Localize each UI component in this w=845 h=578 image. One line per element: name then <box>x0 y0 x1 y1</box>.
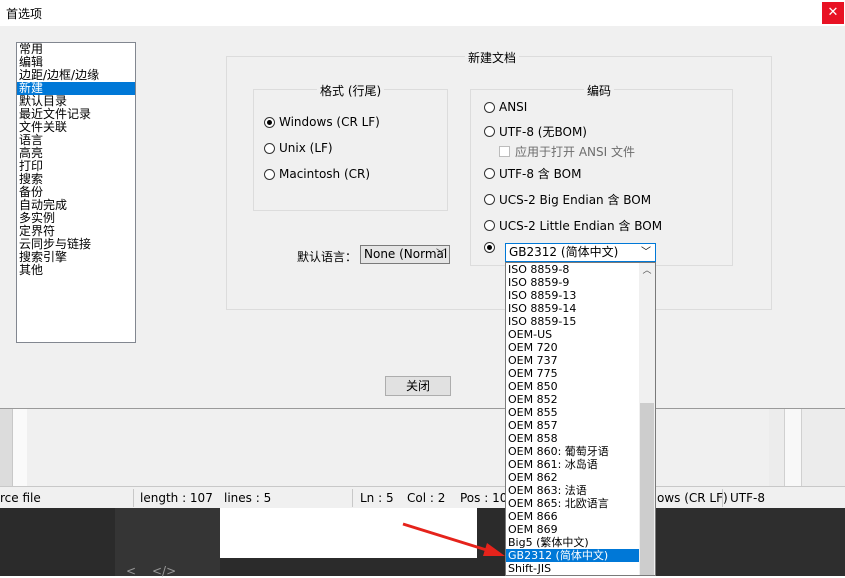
bottom-panel-sidebar: < </> <box>115 508 220 578</box>
dropdown-option[interactable]: OEM 860: 葡萄牙语 <box>506 445 655 458</box>
dropdown-option[interactable]: OEM 857 <box>506 419 655 432</box>
radio-utf8-nobom[interactable]: UTF-8 (无BOM) <box>484 123 587 140</box>
radio-ansi[interactable]: ANSI <box>484 100 527 114</box>
radio-mac-eol[interactable]: Macintosh (CR) <box>264 167 370 181</box>
dropdown-option[interactable]: OEM 866 <box>506 510 655 523</box>
encoding-select[interactable]: GB2312 (简体中文) ﹀ <box>505 243 656 262</box>
dropdown-option[interactable]: ISO 8859-13 <box>506 289 655 302</box>
status-encoding: UTF-8 <box>730 491 765 505</box>
dropdown-option[interactable]: ISO 8859-15 <box>506 315 655 328</box>
preferences-dialog: 首选项 ✕ 常用 编辑 边距/边框/边缘 新建 默认目录 最近文件记录 文件关联 语言 高亮 打印… <box>0 0 845 409</box>
dropdown-option[interactable]: ISO 8859-14 <box>506 302 655 315</box>
radio-ucs2-le[interactable]: UCS-2 Little Endian 含 BOM <box>484 217 662 234</box>
chevron-up-icon[interactable]: ︿ <box>639 263 655 280</box>
dropdown-option[interactable]: Big5 (繁体中文) <box>506 536 655 549</box>
category-list[interactable]: 常用 编辑 边距/边框/边缘 新建 默认目录 最近文件记录 文件关联 语言 高亮 打印 搜索 备份 自动… <box>16 42 136 343</box>
new-document-group-title: 新建文档 <box>465 49 520 66</box>
dialog-title: 首选项 <box>6 7 43 21</box>
dropdown-option[interactable]: OEM 850 <box>506 380 655 393</box>
dropdown-option[interactable]: OEM 855 <box>506 406 655 419</box>
dropdown-scrollbar[interactable]: ︿ <box>639 263 655 575</box>
dropdown-option[interactable]: ISO 8859-8 <box>506 263 655 276</box>
editor-right-area <box>769 408 845 488</box>
status-eol: ows (CR LF) <box>657 491 728 505</box>
status-col: Col : 2 <box>407 491 446 505</box>
dropdown-option[interactable]: GB2312 (简体中文) <box>506 549 655 562</box>
annotation-arrow-icon <box>402 522 505 556</box>
format-group-title: 格式 (行尾) <box>317 82 385 99</box>
dropdown-option[interactable]: OEM 865: 北欧语言 <box>506 497 655 510</box>
close-icon[interactable]: ✕ <box>822 2 844 24</box>
status-ln: Ln : 5 <box>360 491 394 505</box>
editor-fold-margin <box>12 408 27 488</box>
chevron-down-icon: ﹀ <box>641 247 651 258</box>
title-bar: 首选项 ✕ <box>0 0 845 26</box>
dropdown-option[interactable]: Shift-JIS <box>506 562 655 575</box>
radio-dot <box>264 168 275 180</box>
default-language-select[interactable]: None (Normal ﹀ <box>360 245 450 264</box>
dropdown-option[interactable]: OEM 858 <box>506 432 655 445</box>
status-pos: Pos : 10 <box>460 491 508 505</box>
default-language-label: 默认语言： <box>297 250 358 264</box>
status-file-type: rce file <box>0 491 41 505</box>
chevron-down-icon: ﹀ <box>436 249 446 260</box>
dropdown-items: ISO 8859-8 ISO 8859-9 ISO 8859-13 ISO 8859-… <box>506 263 655 575</box>
status-lines: lines : 5 <box>224 491 272 505</box>
dropdown-option[interactable]: OEM 720 <box>506 341 655 354</box>
status-length: length : 107 <box>140 491 213 505</box>
editor-left-margin <box>0 408 12 488</box>
radio-dot <box>264 116 275 128</box>
editor-scrollbar[interactable] <box>784 408 802 488</box>
bottom-panel-right <box>655 508 845 576</box>
encoding-dropdown-list[interactable]: ISO 8859-8 ISO 8859-9 ISO 8859-13 ISO 8859-… <box>505 262 656 576</box>
dropdown-option[interactable]: ISO 8859-9 <box>506 276 655 289</box>
apply-to-ansi-checkbox[interactable]: 应用于打开 ANSI 文件 <box>499 143 635 160</box>
status-bar: rce file length : 107 lines : 5 Ln : 5 C… <box>0 486 845 509</box>
scrollbar-thumb[interactable] <box>640 403 654 575</box>
radio-ucs2-be[interactable]: UCS-2 Big Endian 含 BOM <box>484 191 651 208</box>
dropdown-option[interactable]: OEM 861: 冰岛语 <box>506 458 655 471</box>
radio-utf8-bom[interactable]: UTF-8 含 BOM <box>484 165 581 182</box>
encoding-group-title: 编码 <box>584 82 615 99</box>
radio-unix-eol[interactable]: Unix (LF) <box>264 141 333 155</box>
radio-windows-eol[interactable]: Windows (CR LF) <box>264 115 380 129</box>
radio-dot <box>264 142 275 154</box>
dropdown-option[interactable]: OEM-US <box>506 328 655 341</box>
dropdown-option[interactable]: OEM 863: 法语 <box>506 484 655 497</box>
dropdown-option[interactable]: OEM 852 <box>506 393 655 406</box>
dropdown-option[interactable]: OEM 775 <box>506 367 655 380</box>
close-button[interactable]: 关闭 <box>385 376 451 396</box>
radio-other-encoding[interactable] <box>484 242 499 253</box>
category-item[interactable]: 其他 <box>17 264 135 277</box>
dropdown-option[interactable]: OEM 862 <box>506 471 655 484</box>
dropdown-option[interactable]: OEM 737 <box>506 354 655 367</box>
dropdown-option[interactable]: OEM 869 <box>506 523 655 536</box>
